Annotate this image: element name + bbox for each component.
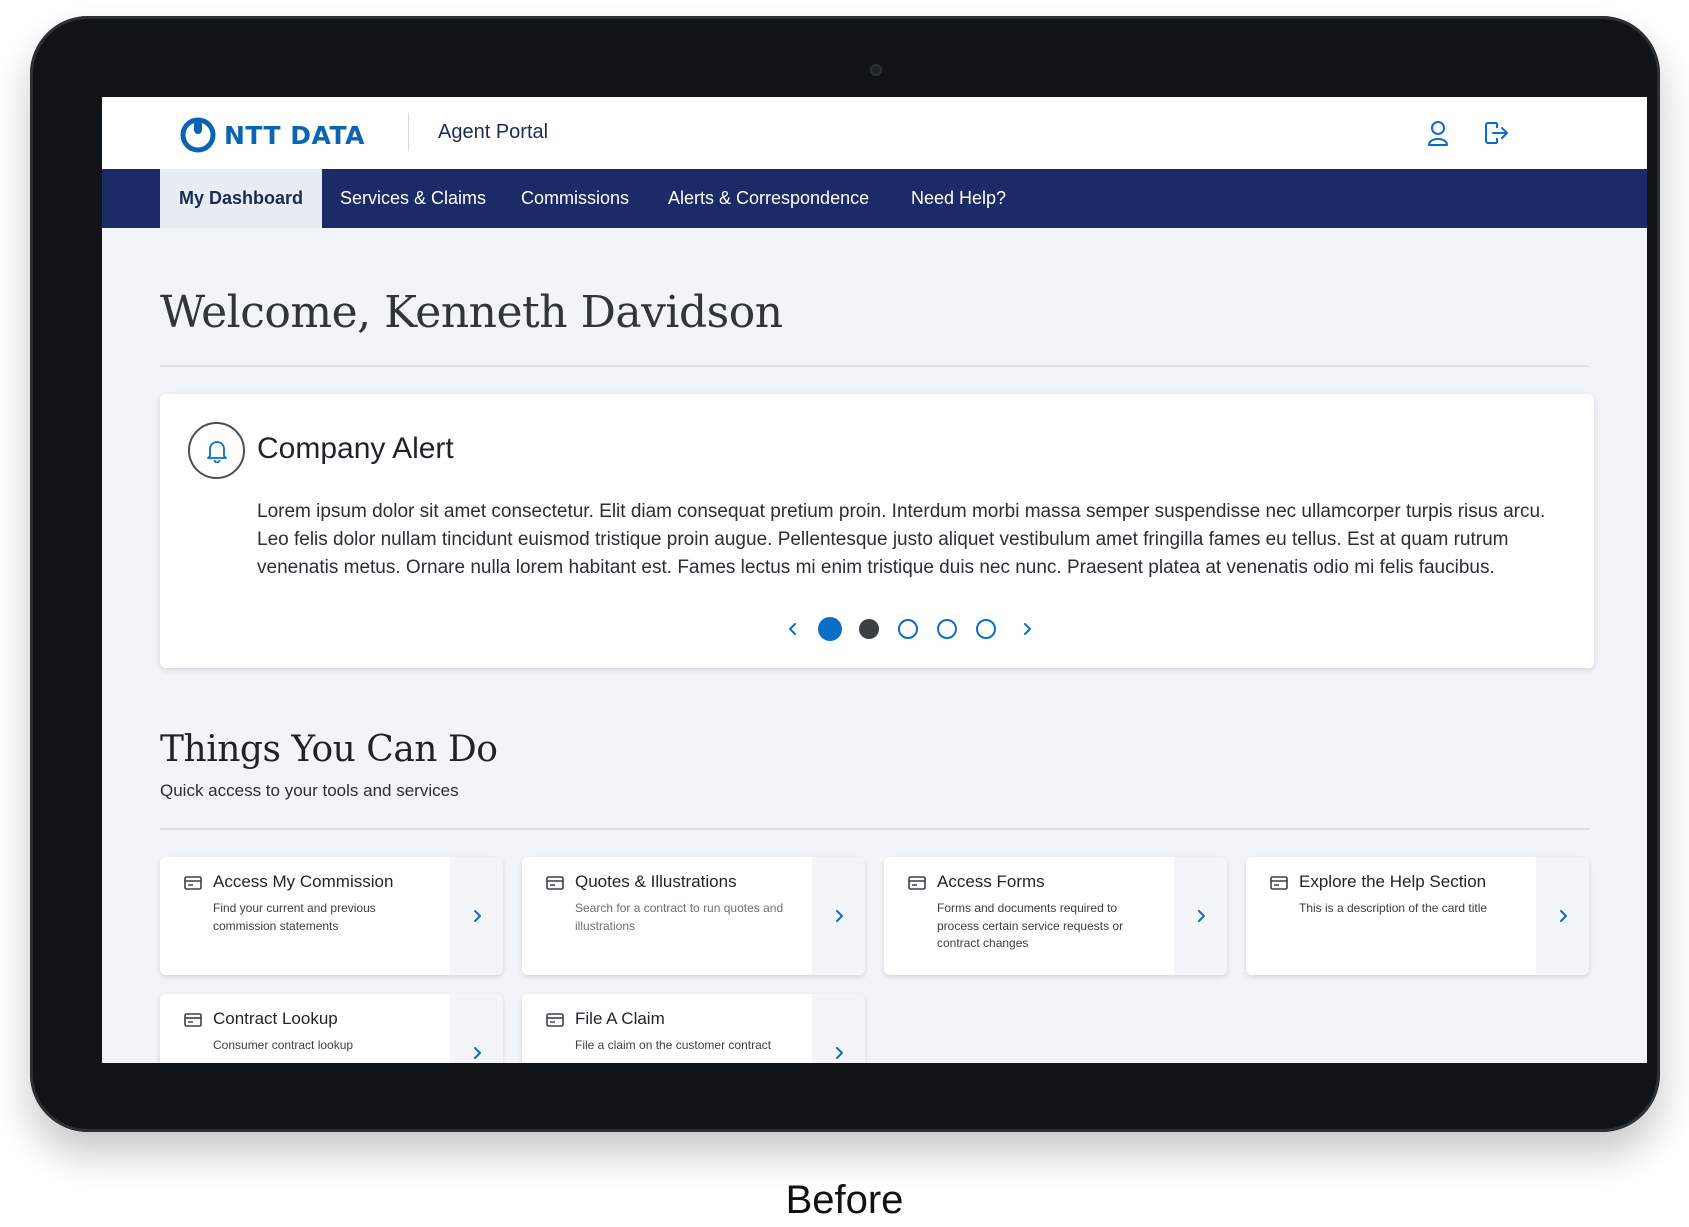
logo[interactable]: NTT DATA [178, 115, 365, 155]
card-description: Forms and documents required to process … [937, 901, 1124, 950]
card-title: Access My Commission [213, 872, 394, 891]
welcome-heading: Welcome, Kenneth Davidson [160, 287, 783, 338]
chevron-right-icon[interactable] [812, 857, 865, 975]
card-title: Quotes & Illustrations [575, 872, 737, 891]
nav-services-claims[interactable]: Services & Claims [321, 169, 505, 228]
card-access-forms[interactable]: Access Forms Forms and documents require… [884, 857, 1227, 975]
nav-my-dashboard[interactable]: My Dashboard [160, 169, 323, 228]
things-divider [160, 828, 1590, 830]
top-header: NTT DATA Agent Portal [102, 97, 1647, 169]
things-title: Things You Can Do [160, 729, 498, 770]
screen: NTT DATA Agent Portal My Dashboard Servi… [102, 97, 1647, 1063]
card-explore-help[interactable]: Explore the Help Section This is a descr… [1246, 857, 1589, 975]
card-icon [908, 876, 926, 890]
carousel-dot-3[interactable] [898, 619, 918, 639]
company-alert-card: Company Alert Lorem ipsum dolor sit amet… [160, 394, 1594, 668]
ntt-logo-icon [180, 117, 216, 153]
chevron-right-icon[interactable] [450, 994, 503, 1063]
card-title: File A Claim [575, 1009, 665, 1028]
card-quotes-illustrations[interactable]: Quotes & Illustrations Search for a cont… [522, 857, 865, 975]
card-description: File a claim on the customer contract [575, 1038, 772, 1052]
card-title: Access Forms [937, 872, 1045, 891]
card-access-my-commission[interactable]: Access My Commission Find your current a… [160, 857, 503, 975]
logout-icon[interactable] [1480, 117, 1512, 149]
card-icon [546, 1013, 564, 1027]
card-icon [1270, 876, 1288, 890]
card-title: Contract Lookup [213, 1009, 338, 1028]
user-icon[interactable] [1422, 117, 1454, 149]
card-icon [546, 876, 564, 890]
card-contract-lookup[interactable]: Contract Lookup Consumer contract lookup [160, 994, 503, 1063]
chevron-right-icon[interactable] [1174, 857, 1227, 975]
bell-icon [188, 422, 245, 479]
tablet-frame: NTT DATA Agent Portal My Dashboard Servi… [30, 16, 1660, 1132]
camera [870, 64, 882, 76]
card-description: Consumer contract lookup [213, 1038, 354, 1052]
card-title: Explore the Help Section [1299, 872, 1487, 891]
things-subtitle: Quick access to your tools and services [160, 781, 459, 800]
chevron-right-icon[interactable] [812, 994, 865, 1063]
card-icon [184, 1013, 202, 1027]
alert-title: Company Alert [257, 432, 454, 465]
portal-name: Agent Portal [438, 121, 549, 143]
carousel-prev-icon[interactable] [780, 616, 806, 642]
chevron-right-icon[interactable] [450, 857, 503, 975]
welcome-divider [160, 365, 1590, 367]
carousel-dot-1[interactable] [818, 617, 842, 641]
card-file-a-claim[interactable]: File A Claim File a claim on the custome… [522, 994, 865, 1063]
carousel-dot-4[interactable] [937, 619, 957, 639]
nav-alerts-correspondence[interactable]: Alerts & Correspondence [649, 169, 888, 228]
card-icon [184, 876, 202, 890]
carousel-dot-5[interactable] [976, 619, 996, 639]
card-description: This is a description of the card title [1299, 901, 1488, 915]
header-divider [408, 113, 409, 151]
carousel-next-icon[interactable] [1014, 616, 1040, 642]
logo-text: NTT DATA [224, 120, 365, 150]
chevron-right-icon[interactable] [1536, 857, 1589, 975]
carousel-dot-2[interactable] [859, 619, 879, 639]
nav-need-help[interactable]: Need Help? [892, 169, 1025, 228]
main-nav: My Dashboard Services & Claims Commissio… [102, 169, 1647, 228]
card-description: Find your current and previous commissio… [213, 901, 376, 933]
alert-body: Lorem ipsum dolor sit amet consectetur. … [257, 501, 1546, 578]
nav-commissions[interactable]: Commissions [502, 169, 648, 228]
caption: Before [785, 1178, 904, 1222]
card-description: Search for a contract to run quotes and … [575, 901, 784, 933]
